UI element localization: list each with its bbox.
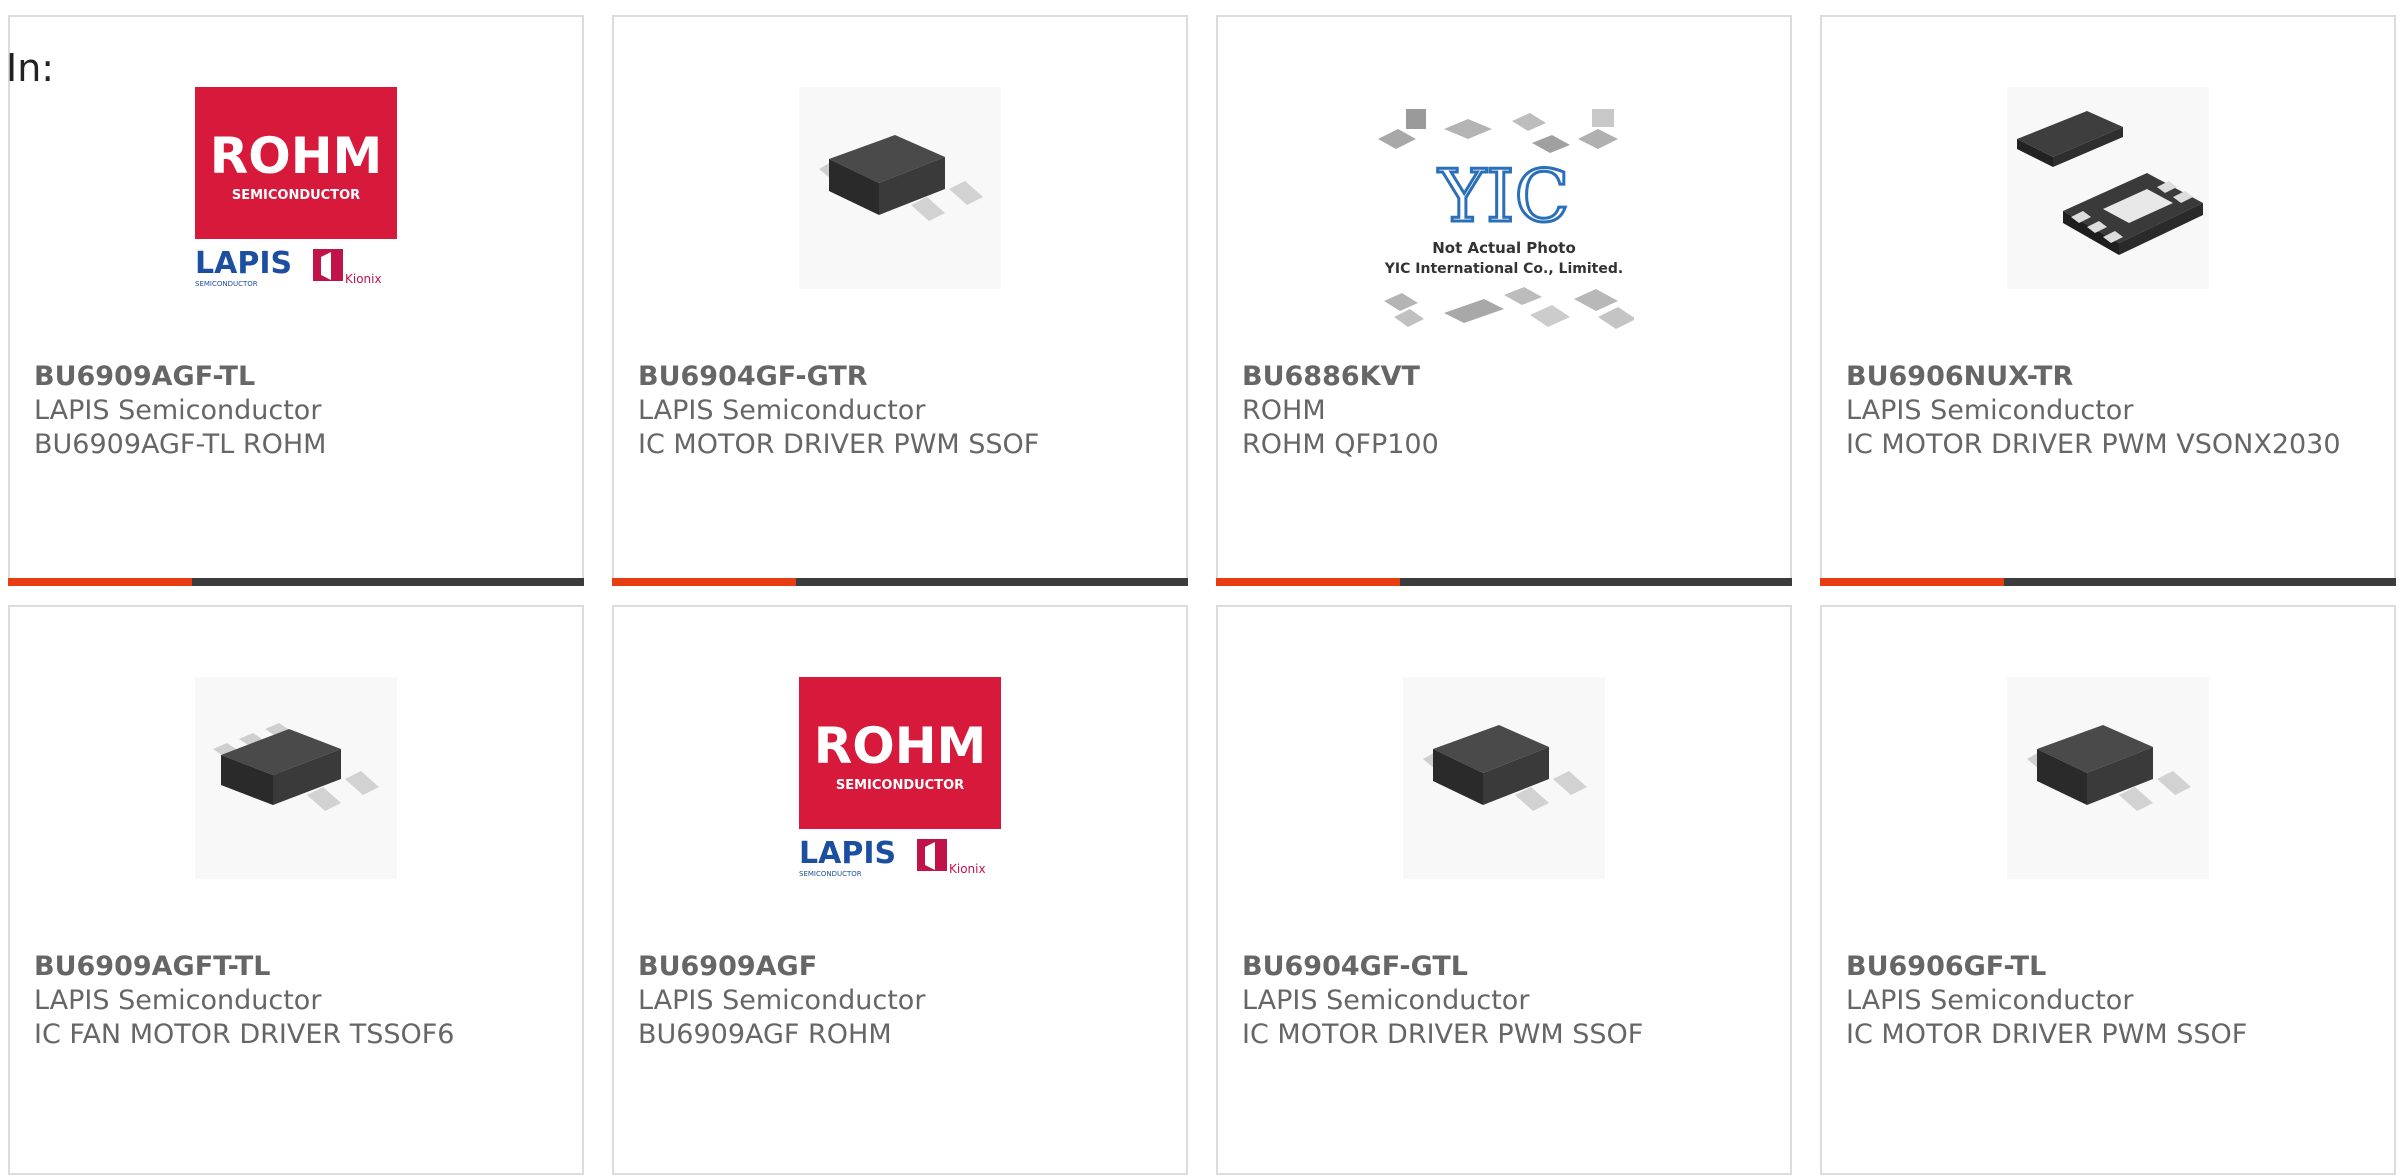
product-card[interactable]: BU6904GF-GTL LAPIS Semiconductor IC MOTO…: [1216, 605, 1792, 1175]
chip-package-icon: [799, 87, 1001, 289]
product-image[interactable]: [195, 677, 397, 879]
description: IC MOTOR DRIVER PWM SSOF: [638, 429, 1040, 460]
description: IC MOTOR DRIVER PWM VSONX2030: [1846, 429, 2341, 460]
product-card[interactable]: BU6906GF-TL LAPIS Semiconductor IC MOTOR…: [1820, 605, 2396, 1175]
svg-text:Kionix: Kionix: [345, 272, 382, 286]
svg-text:LAPIS: LAPIS: [195, 246, 292, 281]
manufacturer: LAPIS Semiconductor: [1846, 985, 2134, 1016]
card-footer-bar: [1216, 578, 1792, 586]
part-number[interactable]: BU6886KVT: [1242, 359, 1770, 394]
part-number[interactable]: BU6906GF-TL: [1846, 949, 2374, 984]
manufacturer: LAPIS Semiconductor: [638, 985, 926, 1016]
product-image[interactable]: ROHM SEMICONDUCTOR LAPIS SEMICONDUCTOR K…: [195, 87, 397, 289]
description: IC MOTOR DRIVER PWM SSOF: [1846, 1019, 2248, 1050]
part-number[interactable]: BU6904GF-GTR: [638, 359, 1166, 394]
card-footer-bar: [612, 578, 1188, 586]
product-image[interactable]: [2007, 677, 2209, 879]
manufacturer: LAPIS Semiconductor: [1846, 395, 2134, 426]
svg-text:YIC International Co., Limited: YIC International Co., Limited.: [1384, 261, 1623, 277]
svg-text:Kionix: Kionix: [949, 862, 986, 876]
product-image[interactable]: ROHM SEMICONDUCTOR LAPIS SEMICONDUCTOR K…: [799, 677, 1001, 879]
chip-package-icon: [2007, 677, 2209, 879]
svg-text:SEMICONDUCTOR: SEMICONDUCTOR: [232, 188, 360, 203]
product-card[interactable]: YIC Not Actual Photo YIC International C…: [1216, 15, 1792, 586]
manufacturer: LAPIS Semiconductor: [638, 395, 926, 426]
part-number[interactable]: BU6909AGF-TL: [34, 359, 562, 394]
card-footer-bar: [1820, 578, 2396, 586]
manufacturer: LAPIS Semiconductor: [34, 395, 322, 426]
product-card[interactable]: BU6904GF-GTR LAPIS Semiconductor IC MOTO…: [612, 15, 1188, 586]
product-image[interactable]: [1403, 677, 1605, 879]
manufacturer: LAPIS Semiconductor: [1242, 985, 1530, 1016]
svg-text:SEMICONDUCTOR: SEMICONDUCTOR: [799, 870, 862, 878]
part-number[interactable]: BU6909AGF: [638, 949, 1166, 984]
product-image[interactable]: [799, 87, 1001, 289]
chip-package-icon: [2007, 87, 2209, 289]
part-number[interactable]: BU6906NUX-TR: [1846, 359, 2374, 394]
manufacturer: ROHM: [1242, 395, 1326, 426]
description: BU6909AGF-TL ROHM: [34, 429, 327, 460]
product-card[interactable]: BU6906NUX-TR LAPIS Semiconductor IC MOTO…: [1820, 15, 2396, 586]
product-card[interactable]: ROHM SEMICONDUCTOR LAPIS SEMICONDUCTOR K…: [612, 605, 1188, 1175]
manufacturer: LAPIS Semiconductor: [34, 985, 322, 1016]
rohm-lapis-logo-icon: ROHM SEMICONDUCTOR LAPIS SEMICONDUCTOR K…: [195, 87, 397, 288]
description: BU6909AGF ROHM: [638, 1019, 892, 1050]
product-image[interactable]: YIC Not Actual Photo YIC International C…: [1374, 103, 1634, 343]
svg-text:SEMICONDUCTOR: SEMICONDUCTOR: [195, 280, 258, 288]
description: IC MOTOR DRIVER PWM SSOF: [1242, 1019, 1644, 1050]
description: IC FAN MOTOR DRIVER TSSOF6: [34, 1019, 455, 1050]
card-footer-bar: [8, 578, 584, 586]
part-number[interactable]: BU6904GF-GTL: [1242, 949, 1770, 984]
svg-text:ROHM: ROHM: [210, 127, 383, 185]
part-number[interactable]: BU6909AGFT-TL: [34, 949, 562, 984]
svg-text:LAPIS: LAPIS: [799, 836, 896, 871]
svg-text:SEMICONDUCTOR: SEMICONDUCTOR: [836, 778, 964, 793]
product-card[interactable]: BU6909AGFT-TL LAPIS Semiconductor IC FAN…: [8, 605, 584, 1175]
chip-package-icon: [1403, 677, 1605, 879]
chip-package-icon: [195, 677, 397, 879]
svg-text:Not Actual Photo: Not Actual Photo: [1432, 239, 1576, 257]
rohm-lapis-logo-icon: ROHM SEMICONDUCTOR LAPIS SEMICONDUCTOR K…: [799, 677, 1001, 878]
svg-text:ROHM: ROHM: [814, 717, 987, 775]
description: ROHM QFP100: [1242, 429, 1439, 460]
product-card[interactable]: ROHM SEMICONDUCTOR LAPIS SEMICONDUCTOR K…: [8, 15, 584, 586]
svg-text:YIC: YIC: [1437, 154, 1569, 238]
yic-placeholder-icon: YIC Not Actual Photo YIC International C…: [1378, 109, 1634, 329]
filter-label: In:: [6, 46, 55, 90]
product-image[interactable]: [2007, 87, 2209, 289]
